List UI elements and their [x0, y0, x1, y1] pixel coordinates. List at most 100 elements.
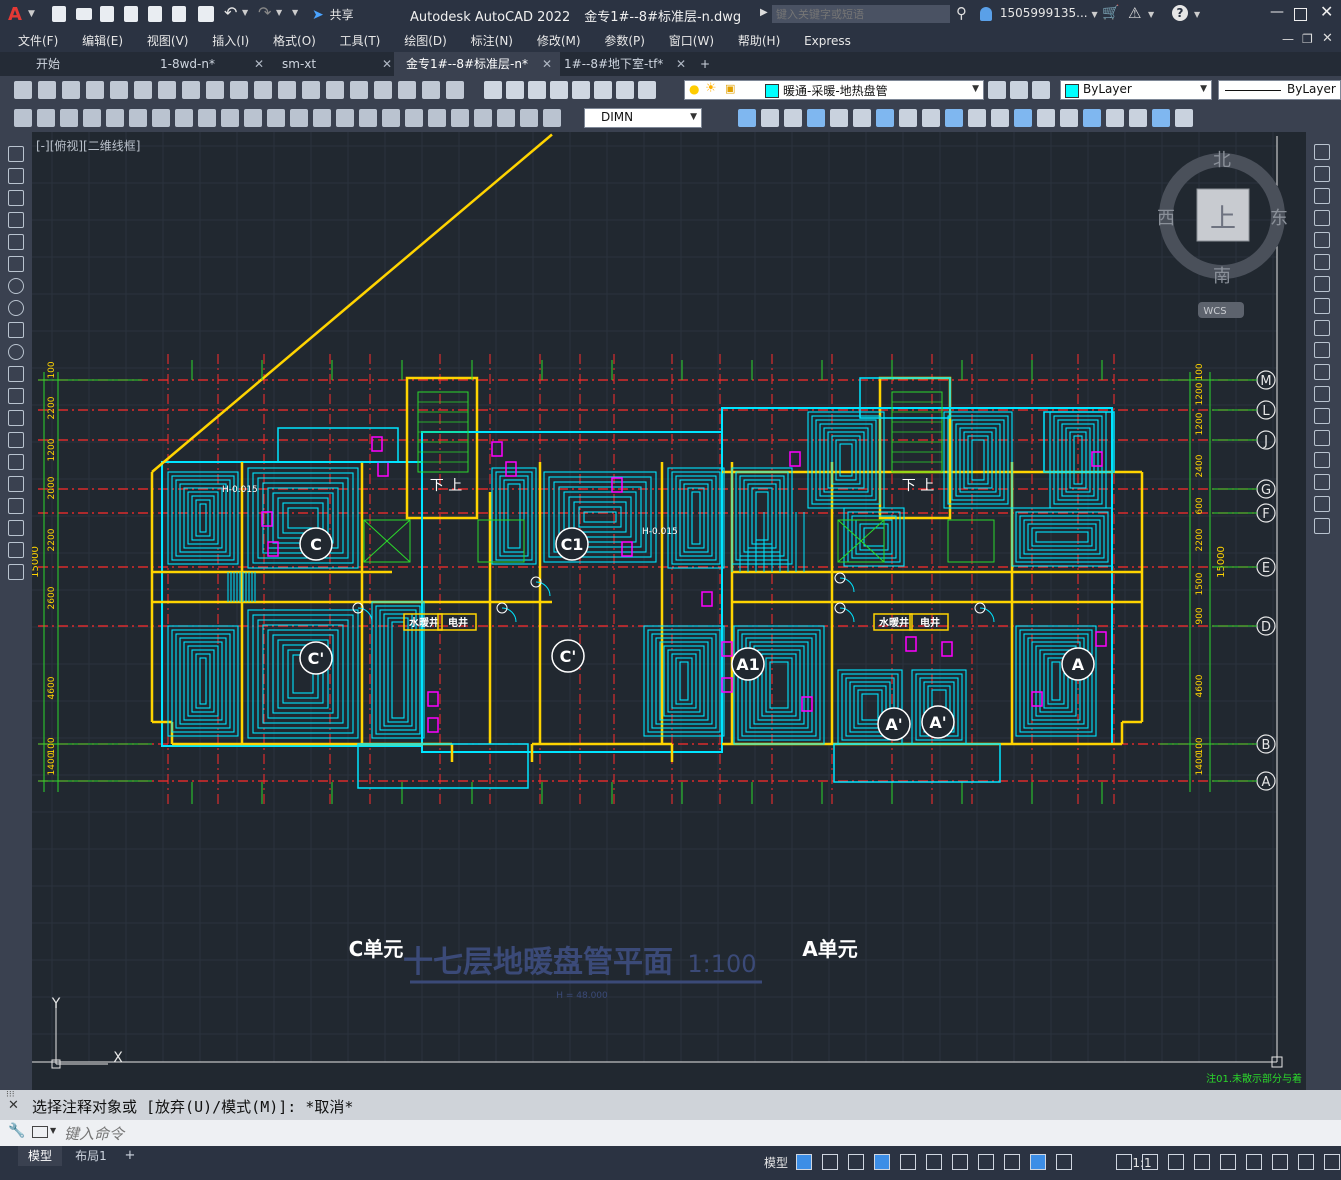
copy-icon[interactable]: [853, 109, 871, 127]
mleader-icon[interactable]: [543, 109, 561, 127]
arc-icon[interactable]: [8, 256, 24, 272]
cart-icon[interactable]: 🛒: [1102, 5, 1119, 21]
dim-ordinate-icon[interactable]: [106, 109, 124, 127]
layer-iso-icon[interactable]: [1032, 81, 1050, 99]
zoom-realtime-icon[interactable]: [374, 81, 392, 99]
erase-icon[interactable]: [1175, 109, 1193, 127]
stretch-icon[interactable]: [1314, 320, 1330, 336]
properties-icon[interactable]: [446, 81, 464, 99]
chevron-down-icon[interactable]: ▼: [242, 8, 248, 17]
dim-baseline-icon[interactable]: [244, 109, 262, 127]
chamfer-icon[interactable]: [1106, 109, 1124, 127]
search-expand-icon[interactable]: ▶: [760, 7, 768, 18]
inspect-icon[interactable]: [382, 109, 400, 127]
transparency-toggle-icon[interactable]: [1030, 1154, 1046, 1170]
point-icon[interactable]: [8, 432, 24, 448]
undo-icon[interactable]: [302, 81, 320, 99]
hardware-accel-toggle-icon[interactable]: [1298, 1154, 1314, 1170]
region-icon[interactable]: [8, 498, 24, 514]
doc-restore-icon[interactable]: ❐: [1302, 32, 1313, 46]
move-icon[interactable]: [1314, 254, 1330, 270]
trim-icon[interactable]: [1014, 109, 1032, 127]
autodesk-app-icon[interactable]: ⚠: [1128, 4, 1141, 22]
blend-curves-icon[interactable]: [1314, 496, 1330, 512]
zoom-previous-icon[interactable]: [422, 81, 440, 99]
new-icon[interactable]: [52, 6, 66, 22]
chevron-down-icon[interactable]: ▼: [276, 8, 282, 17]
rotate-icon[interactable]: [1314, 276, 1330, 292]
menu-express[interactable]: Express: [794, 30, 861, 52]
dim-space-icon[interactable]: [290, 109, 308, 127]
dim-radius-icon[interactable]: [129, 109, 147, 127]
insert-block-icon[interactable]: [8, 388, 24, 404]
dimstyle-dropdown[interactable]: DIMN ▼: [584, 108, 702, 128]
view-front-icon[interactable]: [761, 109, 779, 127]
hatch-icon[interactable]: [8, 454, 24, 470]
menu-modify[interactable]: 修改(M): [527, 30, 591, 52]
lineweight-toggle-icon[interactable]: [1004, 1154, 1020, 1170]
move-icon[interactable]: [830, 109, 848, 127]
cut-icon[interactable]: [182, 81, 200, 99]
isolate-toggle-icon[interactable]: [1272, 1154, 1288, 1170]
app-menu-button[interactable]: A ▼: [4, 3, 38, 27]
menu-draw[interactable]: 绘图(D): [394, 30, 457, 52]
array-icon[interactable]: [1314, 232, 1330, 248]
menu-insert[interactable]: 插入(I): [202, 30, 259, 52]
center-mark-icon[interactable]: [359, 109, 377, 127]
menu-tools[interactable]: 工具(T): [330, 30, 391, 52]
layout-tab-model[interactable]: 模型: [18, 1146, 62, 1166]
open-icon[interactable]: [76, 8, 92, 20]
erase-icon[interactable]: [1314, 144, 1330, 160]
layer-dropdown[interactable]: ● ☀ ▣ 暖通-采暖-地热盘管 ▼: [684, 80, 984, 100]
menu-parametric[interactable]: 参数(P): [594, 30, 655, 52]
search-icon[interactable]: ⚲: [956, 4, 967, 22]
3d-print-icon[interactable]: [158, 81, 176, 99]
quick-dim-icon[interactable]: [221, 109, 239, 127]
break-icon[interactable]: [1314, 408, 1330, 424]
leader-icon[interactable]: [520, 109, 538, 127]
annotation-monitor-toggle-icon[interactable]: [1194, 1154, 1210, 1170]
multiline-text-icon[interactable]: [8, 542, 24, 558]
redo-icon[interactable]: ↷: [258, 3, 271, 22]
stretch-icon[interactable]: [876, 109, 894, 127]
close-icon[interactable]: ✕: [1320, 2, 1333, 21]
publish-icon[interactable]: [134, 81, 152, 99]
dim-linear-icon[interactable]: [37, 109, 55, 127]
viewport-label[interactable]: [-][俯视][二维线框]: [36, 138, 140, 153]
join-icon[interactable]: [1083, 109, 1101, 127]
extend-icon[interactable]: [1314, 364, 1330, 380]
close-tab-icon[interactable]: ✕: [382, 52, 392, 76]
command-prompt-icon[interactable]: [32, 1126, 48, 1138]
tab-1-8wd-n[interactable]: 1-8wd-n* ✕: [148, 52, 272, 76]
table-icon[interactable]: [8, 520, 24, 536]
save-web-icon[interactable]: [172, 6, 186, 22]
grip-icon[interactable]: ⁝⁝⁝: [6, 1090, 15, 1100]
circle-icon[interactable]: [8, 278, 24, 294]
save-as-icon[interactable]: [124, 6, 138, 22]
model-space-toggle[interactable]: 模型: [760, 1152, 792, 1174]
chevron-down-icon[interactable]: ▼: [1148, 10, 1154, 19]
menu-view[interactable]: 视图(V): [137, 30, 199, 52]
dim-aligned-icon[interactable]: [60, 109, 78, 127]
isodraft-toggle-icon[interactable]: [926, 1154, 942, 1170]
tab-start[interactable]: 开始: [24, 52, 148, 76]
annotation-scale[interactable]: 1:1: [1130, 1152, 1154, 1174]
match-prop-icon[interactable]: [254, 81, 272, 99]
fillet-icon[interactable]: [1314, 474, 1330, 490]
selection-cycling-toggle-icon[interactable]: [1056, 1154, 1072, 1170]
spline-icon[interactable]: [8, 322, 24, 338]
revision-cloud-icon[interactable]: [8, 300, 24, 316]
search-input[interactable]: [772, 5, 950, 23]
close-icon[interactable]: ✕: [8, 1098, 19, 1113]
doc-minimize-icon[interactable]: —: [1282, 32, 1294, 46]
menu-file[interactable]: 文件(F): [8, 30, 68, 52]
new-tab-button[interactable]: +: [694, 52, 720, 76]
layout-tab-layout1[interactable]: 布局1: [66, 1146, 116, 1166]
offset-icon[interactable]: [1314, 210, 1330, 226]
explode-icon[interactable]: [1152, 109, 1170, 127]
close-tab-icon[interactable]: ✕: [254, 52, 264, 76]
help-icon[interactable]: [594, 81, 612, 99]
user-account[interactable]: 1505999135... ▼: [980, 6, 1098, 21]
polar-toggle-icon[interactable]: [900, 1154, 916, 1170]
layer-previous-icon[interactable]: [1010, 81, 1028, 99]
